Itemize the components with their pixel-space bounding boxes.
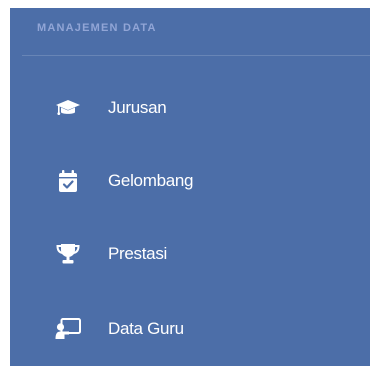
sidebar-item-label: Data Guru bbox=[108, 319, 184, 338]
calendar-check-icon bbox=[55, 168, 81, 194]
sidebar-item-gelombang[interactable]: Gelombang bbox=[10, 160, 370, 202]
sidebar-item-label: Jurusan bbox=[108, 98, 167, 117]
sidebar-item-label: Gelombang bbox=[108, 171, 194, 190]
sidebar-item-prestasi[interactable]: Prestasi bbox=[10, 233, 370, 275]
sidebar-item-jurusan[interactable]: Jurusan bbox=[10, 87, 370, 129]
section-divider bbox=[22, 55, 370, 56]
graduation-cap-icon bbox=[55, 95, 81, 121]
sidebar: MANAJEMEN DATA Jurusan Gelombang Prestas… bbox=[10, 8, 370, 366]
chalkboard-teacher-icon bbox=[55, 316, 81, 342]
trophy-icon bbox=[55, 241, 81, 267]
sidebar-item-data-guru[interactable]: Data Guru bbox=[10, 308, 370, 350]
sidebar-item-label: Prestasi bbox=[108, 244, 168, 263]
section-title: MANAJEMEN DATA bbox=[37, 22, 157, 34]
page-frame: MANAJEMEN DATA Jurusan Gelombang Prestas… bbox=[0, 0, 370, 374]
